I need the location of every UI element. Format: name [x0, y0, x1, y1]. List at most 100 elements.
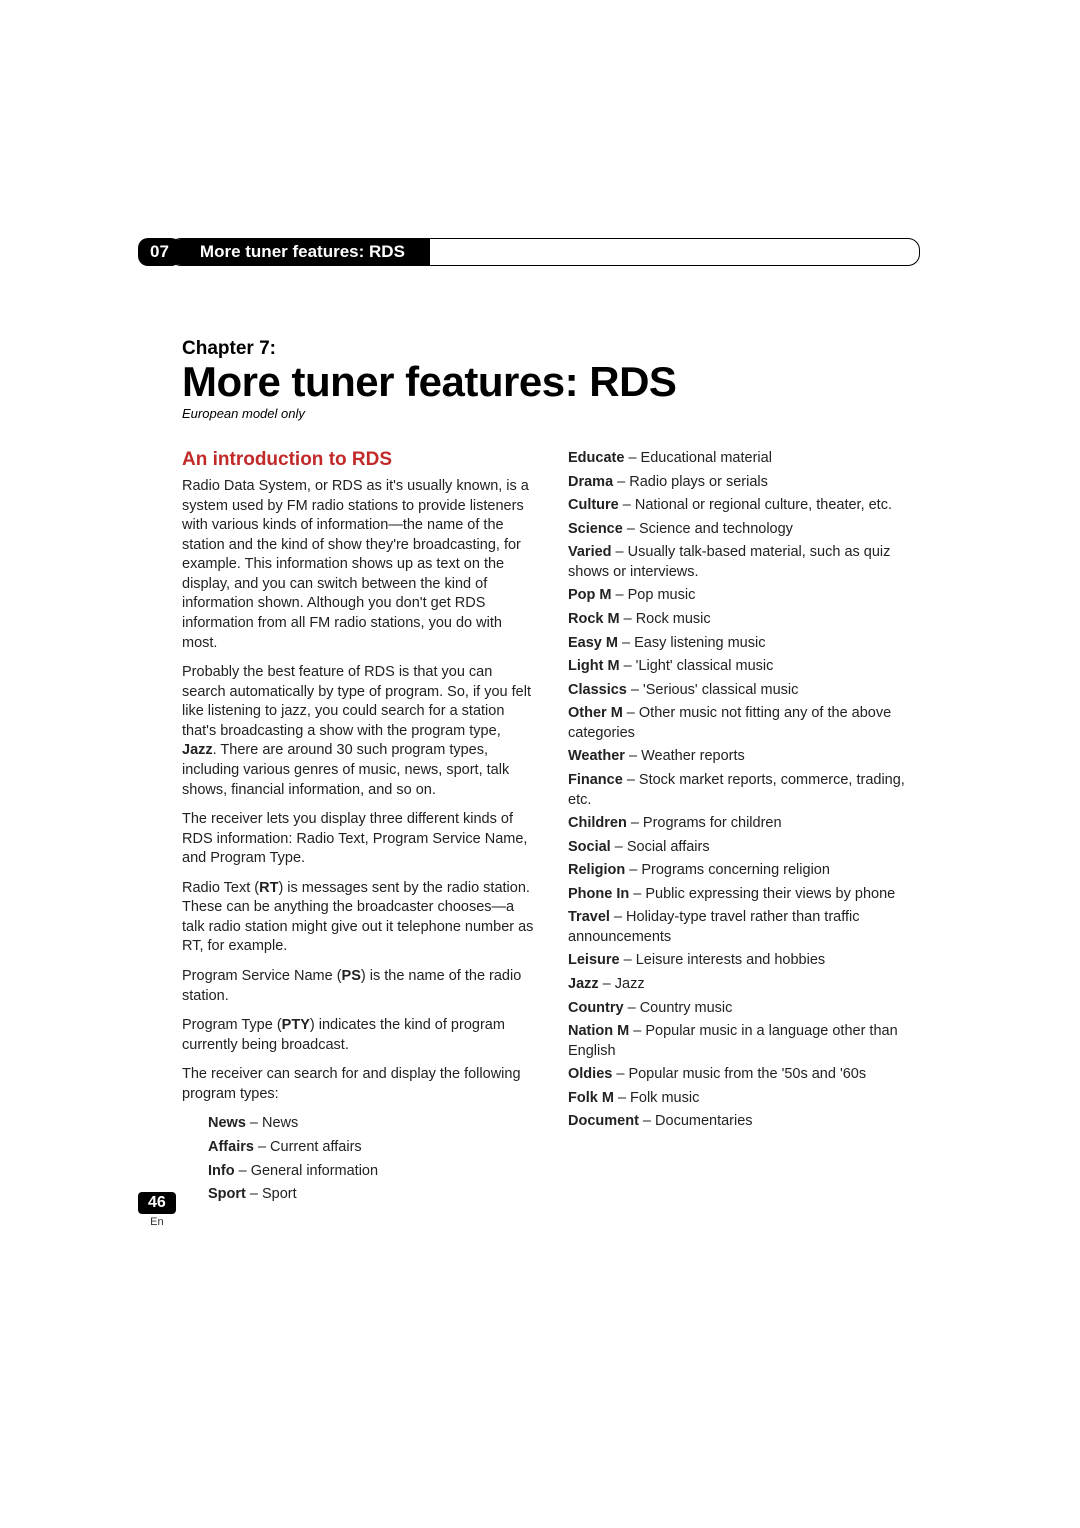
content-area: Chapter 7: More tuner features: RDS Euro…	[182, 338, 920, 1209]
program-type-name: Drama	[568, 474, 613, 490]
program-type-desc: – National or regional culture, theater,…	[619, 497, 892, 513]
program-type-item: Country – Country music	[568, 999, 920, 1019]
program-type-name: Affairs	[208, 1139, 254, 1155]
program-type-item: Affairs – Current affairs	[208, 1138, 534, 1158]
bold-run: RT	[259, 880, 278, 896]
program-type-item: Science – Science and technology	[568, 520, 920, 540]
program-type-desc: – Programs concerning religion	[625, 862, 830, 878]
program-type-desc: – Usually talk-based material, such as q…	[568, 544, 890, 580]
paragraph: Probably the best feature of RDS is that…	[182, 663, 534, 800]
program-type-item: Other M – Other music not fitting any of…	[568, 704, 920, 743]
program-type-name: Other M	[568, 705, 623, 721]
program-type-desc: – Weather reports	[625, 748, 745, 764]
program-type-item: News – News	[208, 1114, 534, 1134]
program-type-item: Classics – 'Serious' classical music	[568, 681, 920, 701]
program-type-desc: – Public expressing their views by phone	[629, 886, 895, 902]
program-type-item: Folk M – Folk music	[568, 1089, 920, 1109]
program-type-name: Easy M	[568, 635, 618, 651]
program-type-item: Educate – Educational material	[568, 449, 920, 469]
program-type-name: Nation M	[568, 1023, 629, 1039]
program-type-name: Country	[568, 1000, 624, 1016]
column-right: Educate – Educational material Drama – Ra…	[568, 449, 920, 1209]
program-type-item: Document – Documentaries	[568, 1112, 920, 1132]
program-type-desc: – 'Light' classical music	[620, 658, 774, 674]
program-type-desc: – Sport	[246, 1186, 297, 1202]
text-run: . There are around 30 such program types…	[182, 742, 509, 797]
chapter-header-bar: 07 More tuner features: RDS	[138, 238, 920, 266]
program-type-name: Phone In	[568, 886, 629, 902]
text-run: Program Service Name (	[182, 968, 342, 984]
chapter-label: Chapter 7:	[182, 338, 920, 360]
program-type-name: Light M	[568, 658, 620, 674]
page-number: 46	[138, 1192, 176, 1214]
program-type-item: Social – Social affairs	[568, 838, 920, 858]
paragraph: Radio Data System, or RDS as it's usuall…	[182, 477, 534, 653]
program-type-name: Educate	[568, 450, 624, 466]
program-type-name: Finance	[568, 772, 623, 788]
program-type-desc: – Social affairs	[611, 839, 710, 855]
chapter-header-pill: More tuner features: RDS	[169, 238, 920, 266]
program-type-name: Document	[568, 1113, 639, 1129]
program-type-item: Religion – Programs concerning religion	[568, 861, 920, 881]
program-type-desc: – Folk music	[614, 1090, 699, 1106]
program-type-name: Weather	[568, 748, 625, 764]
program-type-item: Finance – Stock market reports, commerce…	[568, 771, 920, 810]
program-type-desc: – News	[246, 1115, 298, 1131]
page-language: En	[138, 1216, 176, 1228]
program-type-item: Pop M – Pop music	[568, 586, 920, 606]
program-type-name: Social	[568, 839, 611, 855]
paragraph: The receiver lets you display three diff…	[182, 810, 534, 869]
program-type-item: Weather – Weather reports	[568, 747, 920, 767]
program-type-desc: – Documentaries	[639, 1113, 753, 1129]
column-left: An introduction to RDS Radio Data System…	[182, 449, 534, 1209]
bold-run: Jazz	[182, 742, 213, 758]
program-type-name: Leisure	[568, 952, 620, 968]
program-type-name: Science	[568, 521, 623, 537]
text-run: Radio Text (	[182, 880, 259, 896]
program-type-desc: – Programs for children	[627, 815, 782, 831]
program-type-item: Sport – Sport	[208, 1185, 534, 1205]
program-type-desc: – Science and technology	[623, 521, 793, 537]
program-type-name: Culture	[568, 497, 619, 513]
paragraph: Program Service Name (PS) is the name of…	[182, 967, 534, 1006]
text-run: Probably the best feature of RDS is that…	[182, 664, 531, 739]
program-type-item: Leisure – Leisure interests and hobbies	[568, 951, 920, 971]
program-type-item: Phone In – Public expressing their views…	[568, 885, 920, 905]
chapter-number-badge: 07	[138, 238, 181, 266]
program-type-item: Culture – National or regional culture, …	[568, 496, 920, 516]
chapter-title: More tuner features: RDS	[182, 360, 920, 404]
program-type-item: Light M – 'Light' classical music	[568, 657, 920, 677]
program-type-desc: – Holiday-type travel rather than traffi…	[568, 909, 860, 945]
program-type-name: Children	[568, 815, 627, 831]
program-type-name: Oldies	[568, 1066, 612, 1082]
bold-run: PTY	[282, 1017, 310, 1033]
program-type-name: Info	[208, 1163, 235, 1179]
program-type-item: Jazz – Jazz	[568, 975, 920, 995]
program-type-name: Sport	[208, 1186, 246, 1202]
program-type-desc: – Country music	[624, 1000, 733, 1016]
program-type-desc: – Pop music	[612, 587, 696, 603]
program-type-desc: – Radio plays or serials	[613, 474, 768, 490]
program-type-desc: – Easy listening music	[618, 635, 765, 651]
chapter-header-title: More tuner features: RDS	[200, 242, 405, 262]
program-type-name: Jazz	[568, 976, 599, 992]
program-type-item: Children – Programs for children	[568, 814, 920, 834]
program-type-name: Folk M	[568, 1090, 614, 1106]
program-type-item: Varied – Usually talk-based material, su…	[568, 543, 920, 582]
program-type-item: Nation M – Popular music in a language o…	[568, 1022, 920, 1061]
program-type-name: Varied	[568, 544, 612, 560]
program-type-desc: – Popular music from the '50s and '60s	[612, 1066, 866, 1082]
program-type-item: Drama – Radio plays or serials	[568, 473, 920, 493]
program-type-item: Rock M – Rock music	[568, 610, 920, 630]
program-type-item: Travel – Holiday-type travel rather than…	[568, 908, 920, 947]
paragraph: Radio Text (RT) is messages sent by the …	[182, 879, 534, 957]
bold-run: PS	[342, 968, 361, 984]
program-type-item: Easy M – Easy listening music	[568, 634, 920, 654]
program-type-name: News	[208, 1115, 246, 1131]
program-type-desc: – General information	[235, 1163, 378, 1179]
page-number-block: 46 En	[138, 1192, 176, 1228]
program-type-desc: – Educational material	[624, 450, 772, 466]
program-type-item: Info – General information	[208, 1162, 534, 1182]
program-types-right: Educate – Educational material Drama – Ra…	[568, 449, 920, 1132]
program-type-name: Rock M	[568, 611, 620, 627]
